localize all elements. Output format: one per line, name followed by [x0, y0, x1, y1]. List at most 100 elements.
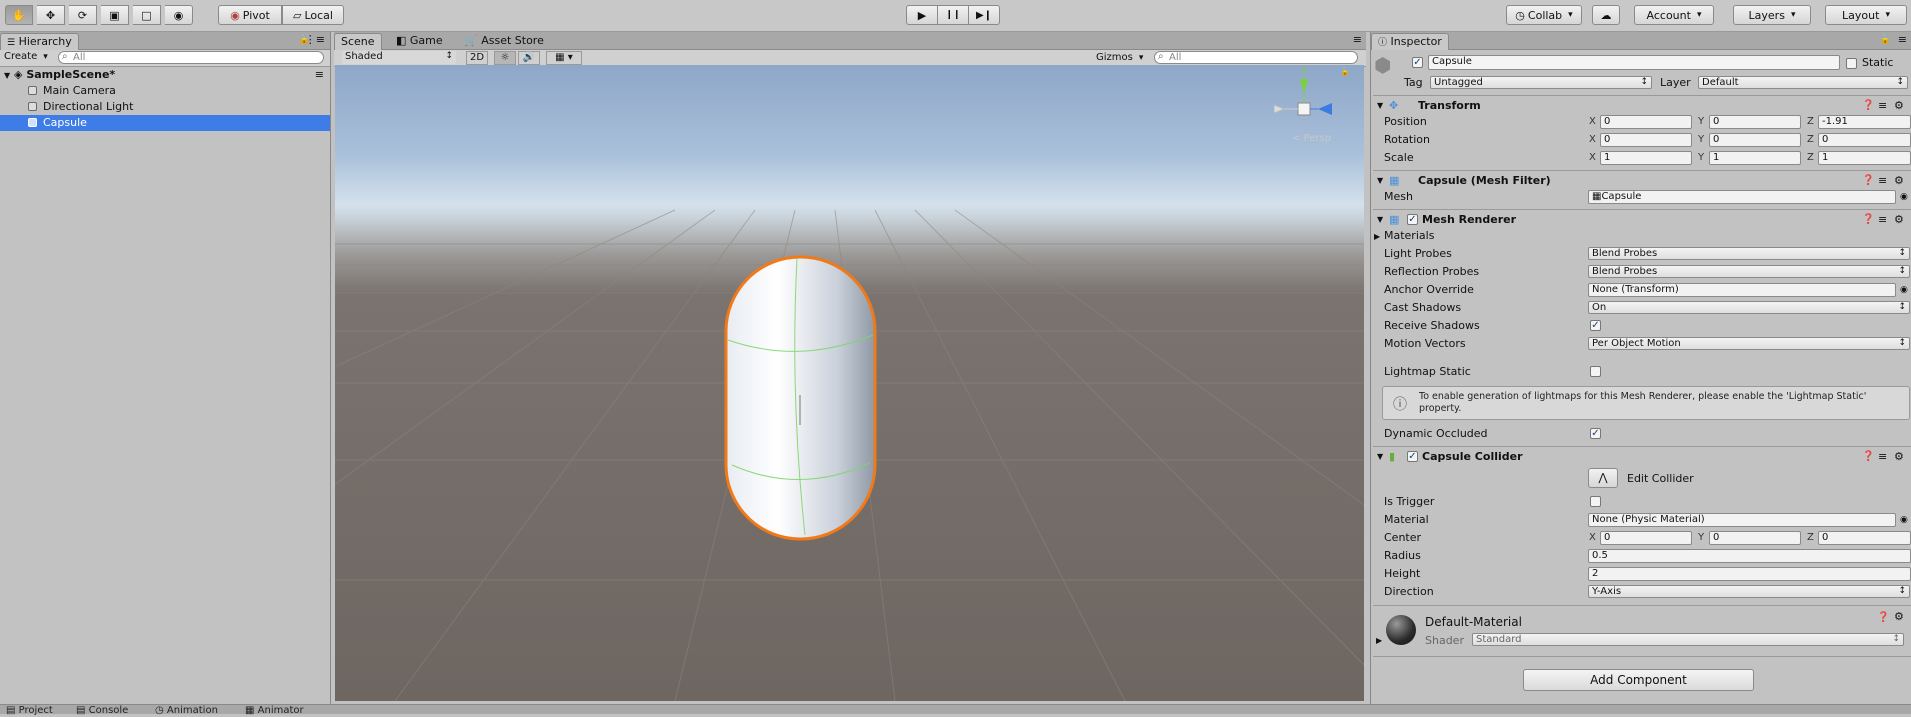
mesh-renderer-header[interactable]: ▼ ▦ ✓ Mesh Renderer ❓ ≡ ⚙ [1373, 209, 1911, 229]
tab-inspector[interactable]: ⓘ Inspector [1371, 33, 1449, 50]
object-picker-icon[interactable]: ◉ [1900, 281, 1908, 299]
tab-console[interactable]: ▤ Console [76, 705, 128, 717]
step-button[interactable]: ▶❙ [968, 5, 1000, 25]
effects-dropdown[interactable]: ▦ ▾ [546, 51, 582, 65]
scale-y-field[interactable]: 1 [1709, 151, 1801, 165]
active-checkbox[interactable]: ✓ [1412, 57, 1423, 68]
tab-scene[interactable]: Scene [334, 33, 382, 50]
anchor-override-field[interactable]: None (Transform) [1588, 283, 1896, 297]
scene-viewport[interactable]: y 🔒 < Persp [335, 65, 1364, 701]
object-name-field[interactable]: Capsule [1428, 55, 1840, 70]
rect-tool-button[interactable]: □ [133, 5, 161, 25]
help-icon[interactable]: ❓ [1862, 447, 1874, 467]
preset-icon[interactable]: ≡ [1878, 447, 1887, 467]
lighting-toggle[interactable]: ☼ [494, 51, 516, 65]
add-component-button[interactable]: Add Component [1523, 669, 1754, 691]
cast-shadows-dropdown[interactable]: On [1588, 301, 1910, 314]
motion-vectors-dropdown[interactable]: Per Object Motion [1588, 337, 1910, 350]
hierarchy-item-capsule[interactable]: Capsule [0, 115, 330, 131]
shader-dropdown[interactable]: Standard [1472, 633, 1904, 646]
help-icon[interactable]: ❓ [1877, 612, 1889, 623]
center-z-field[interactable]: 0 [1818, 531, 1911, 545]
layer-dropdown[interactable]: Default [1698, 76, 1908, 89]
gameobject-icon [28, 118, 37, 127]
hierarchy-search-input[interactable]: All [58, 51, 324, 64]
tag-dropdown[interactable]: Untagged [1430, 76, 1652, 89]
tab-animation[interactable]: ◷ Animation [155, 705, 218, 717]
object-picker-icon[interactable]: ◉ [1900, 188, 1908, 206]
transform-tool-button[interactable]: ◉ [165, 5, 193, 25]
scale-x-field[interactable]: 1 [1600, 151, 1692, 165]
local-toggle[interactable]: ▱ Local [282, 5, 344, 25]
panel-menu-icon[interactable]: ⋮≡ [305, 33, 325, 46]
radius-field[interactable]: 0.5 [1588, 549, 1911, 563]
gizmo-lock-icon[interactable]: 🔒 [1340, 67, 1350, 76]
audio-toggle[interactable]: 🔊 [518, 51, 540, 65]
pivot-toggle[interactable]: ◉ Pivot [218, 5, 282, 25]
account-dropdown[interactable]: Account [1634, 5, 1714, 25]
gizmos-dropdown[interactable]: Gizmos [1096, 52, 1143, 63]
rotation-x-field[interactable]: 0 [1600, 133, 1692, 147]
inspector-menu-icon[interactable]: ≡ [1898, 33, 1907, 46]
pause-button[interactable]: ❙❙ [937, 5, 969, 25]
object-picker-icon[interactable]: ◉ [1900, 511, 1908, 529]
lightmap-static-checkbox[interactable] [1590, 366, 1601, 377]
direction-dropdown[interactable]: Y-Axis [1588, 585, 1910, 598]
receive-shadows-checkbox[interactable]: ✓ [1590, 320, 1601, 331]
scale-row: Scale X 1 Y 1 Z 1 [1384, 149, 1911, 167]
physic-material-field[interactable]: None (Physic Material) [1588, 513, 1896, 527]
rotation-y-field[interactable]: 0 [1709, 133, 1801, 147]
rotation-z-field[interactable]: 0 [1818, 133, 1911, 147]
capsule-collider-header[interactable]: ▼ ▮ ✓ Capsule Collider ❓ ≡ ⚙ [1373, 446, 1911, 466]
orientation-gizmo[interactable]: y 🔒 < Persp [1273, 65, 1354, 149]
rotate-tool-button[interactable]: ⟳ [69, 5, 97, 25]
tab-asset-store[interactable]: 🛒 Asset Store [458, 33, 550, 50]
scene-root-row[interactable]: ▼ ◈ SampleScene* ≡ [0, 67, 330, 83]
materials-row[interactable]: ▶ Materials [1374, 227, 1901, 245]
center-x-field[interactable]: 0 [1600, 531, 1692, 545]
tab-hierarchy[interactable]: ☰ Hierarchy [0, 33, 79, 50]
transform-header[interactable]: ▼ ✥ Transform ❓ ≡ ⚙ [1373, 95, 1911, 115]
scale-tool-button[interactable]: ▣ [101, 5, 129, 25]
foldout-closed-icon[interactable]: ▶ [1376, 636, 1382, 645]
hierarchy-item-directional-light[interactable]: Directional Light [0, 99, 330, 115]
static-checkbox[interactable] [1846, 58, 1857, 69]
position-x-field[interactable]: 0 [1600, 115, 1692, 129]
mesh-object-field[interactable]: ▦Capsule [1588, 190, 1896, 204]
settings-gear-icon[interactable]: ⚙ [1894, 447, 1904, 467]
layers-dropdown[interactable]: Layers [1733, 5, 1811, 25]
tab-animator[interactable]: ▦ Animator [245, 705, 304, 717]
collab-dropdown[interactable]: ◷ Collab [1506, 5, 1582, 25]
scene-menu-icon[interactable]: ≡ [315, 67, 324, 83]
edit-collider-button[interactable]: ⋀ [1588, 468, 1618, 488]
hand-tool-button[interactable]: ✋ [5, 5, 33, 25]
mesh-filter-header[interactable]: ▼ ▦ Capsule (Mesh Filter) ❓ ≡ ⚙ [1373, 170, 1911, 190]
persp-label[interactable]: < Persp [1292, 133, 1331, 144]
is-trigger-checkbox[interactable] [1590, 496, 1601, 507]
play-button[interactable]: ▶ [906, 5, 938, 25]
position-y-field[interactable]: 0 [1709, 115, 1801, 129]
dynamic-occluded-checkbox[interactable]: ✓ [1590, 428, 1601, 439]
mesh-renderer-enabled-checkbox[interactable]: ✓ [1407, 214, 1418, 225]
hierarchy-item-main-camera[interactable]: Main Camera [0, 83, 330, 99]
collider-enabled-checkbox[interactable]: ✓ [1407, 451, 1418, 462]
scale-z-field[interactable]: 1 [1818, 151, 1911, 165]
anchor-override-row: Anchor Override None (Transform) ◉ [1384, 281, 1911, 299]
shading-mode-dropdown[interactable]: Shaded [342, 51, 456, 64]
reflection-probes-dropdown[interactable]: Blend Probes [1588, 265, 1910, 278]
light-probes-dropdown[interactable]: Blend Probes [1588, 247, 1910, 260]
scene-search-input[interactable]: All [1154, 51, 1358, 64]
layout-dropdown[interactable]: Layout [1825, 5, 1907, 25]
center-y-field[interactable]: 0 [1709, 531, 1801, 545]
settings-gear-icon[interactable]: ⚙ [1894, 610, 1904, 623]
cloud-button[interactable]: ☁ [1592, 5, 1620, 25]
inspector-lock-icon[interactable]: 🔒 [1880, 35, 1891, 45]
tab-game[interactable]: ◧ Game [390, 33, 449, 50]
move-tool-button[interactable]: ✥ [37, 5, 65, 25]
height-field[interactable]: 2 [1588, 567, 1911, 581]
position-z-field[interactable]: -1.91 [1818, 115, 1911, 129]
2d-toggle[interactable]: 2D [466, 51, 488, 65]
create-dropdown[interactable]: Create [4, 51, 48, 62]
scene-panel-menu-icon[interactable]: ≡ [1353, 33, 1362, 46]
tab-project[interactable]: ▤ Project [6, 705, 53, 717]
